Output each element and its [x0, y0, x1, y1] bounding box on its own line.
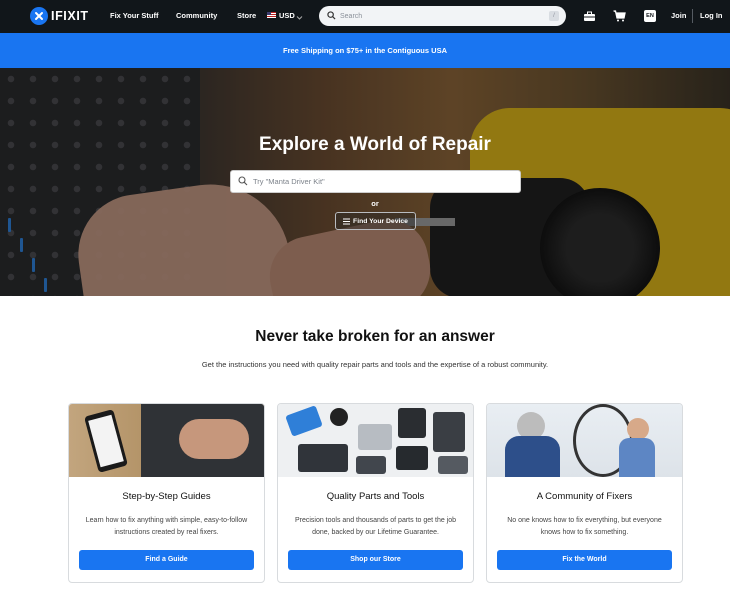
part-image — [396, 446, 428, 470]
section-title: Never take broken for an answer — [255, 328, 495, 345]
person-image — [505, 436, 560, 477]
shipping-banner[interactable]: Free Shipping on $75+ in the Contiguous … — [0, 33, 730, 68]
parts-tools-image — [278, 404, 473, 477]
join-link[interactable]: Join — [671, 11, 686, 20]
child-image — [627, 418, 649, 440]
hero-search-placeholder: Try "Manta Driver Kit" — [253, 177, 325, 186]
ifixit-logo[interactable]: IFIXIT — [30, 7, 89, 25]
top-nav: IFIXIT Fix Your Stuff Community Store US… — [0, 0, 730, 33]
section-subtitle: Get the instructions you need with quali… — [201, 360, 549, 369]
part-image — [356, 456, 386, 474]
us-flag-icon[interactable] — [267, 12, 276, 18]
guides-image — [69, 404, 264, 477]
shop-our-store-button[interactable]: Shop our Store — [288, 550, 463, 570]
nav-link-store[interactable]: Store — [237, 11, 256, 20]
nav-link-community[interactable]: Community — [176, 11, 217, 20]
fix-the-world-button[interactable]: Fix the World — [497, 550, 672, 570]
card-community: A Community of Fixers No one knows how t… — [486, 403, 683, 583]
phone-image — [84, 409, 128, 473]
hero: Explore a World of Repair Try "Manta Dri… — [0, 68, 730, 296]
find-your-device-label: Find Your Device — [353, 217, 408, 225]
part-image — [298, 444, 348, 472]
search-shortcut-hint: / — [549, 11, 559, 21]
cart-icon[interactable] — [612, 9, 626, 23]
login-link[interactable]: Log In — [700, 11, 723, 20]
card-title: Step-by-Step Guides — [122, 491, 211, 502]
search-icon — [238, 173, 248, 191]
community-image — [487, 404, 682, 477]
hand-image — [179, 419, 249, 459]
or-label: or — [371, 199, 379, 208]
child-image — [619, 438, 655, 477]
search-input[interactable]: Search / — [319, 6, 566, 26]
hero-title: Explore a World of Repair — [259, 134, 491, 155]
part-image — [438, 456, 468, 474]
toolbox-icon[interactable] — [582, 9, 596, 23]
nav-link-fix-your-stuff[interactable]: Fix Your Stuff — [110, 11, 158, 20]
list-icon — [343, 218, 351, 225]
logo-text: IFIXIT — [51, 9, 89, 23]
card-parts-tools: Quality Parts and Tools Precision tools … — [277, 403, 474, 583]
part-image — [398, 408, 426, 438]
card-description: Learn how to fix anything with simple, e… — [85, 517, 248, 536]
card-description: Precision tools and thousands of parts t… — [294, 517, 457, 536]
find-your-device-button[interactable]: Find Your Device — [335, 212, 416, 230]
card-title: A Community of Fixers — [536, 491, 633, 502]
part-image — [285, 405, 323, 437]
card-description: No one knows how to fix everything, but … — [507, 517, 662, 536]
nav-divider — [692, 9, 693, 23]
search-icon — [327, 7, 336, 25]
ifixit-logo-icon — [30, 7, 48, 25]
language-selector[interactable]: EN — [644, 10, 656, 22]
search-placeholder: Search — [340, 12, 363, 20]
chevron-down-icon[interactable] — [292, 10, 306, 24]
hero-search-input[interactable]: Try "Manta Driver Kit" — [230, 170, 521, 193]
card-title: Quality Parts and Tools — [326, 491, 425, 502]
part-image — [358, 424, 392, 450]
card-guides: Step-by-Step Guides Learn how to fix any… — [68, 403, 265, 583]
part-image — [330, 408, 348, 426]
find-a-guide-button[interactable]: Find a Guide — [79, 550, 254, 570]
part-image — [433, 412, 465, 452]
